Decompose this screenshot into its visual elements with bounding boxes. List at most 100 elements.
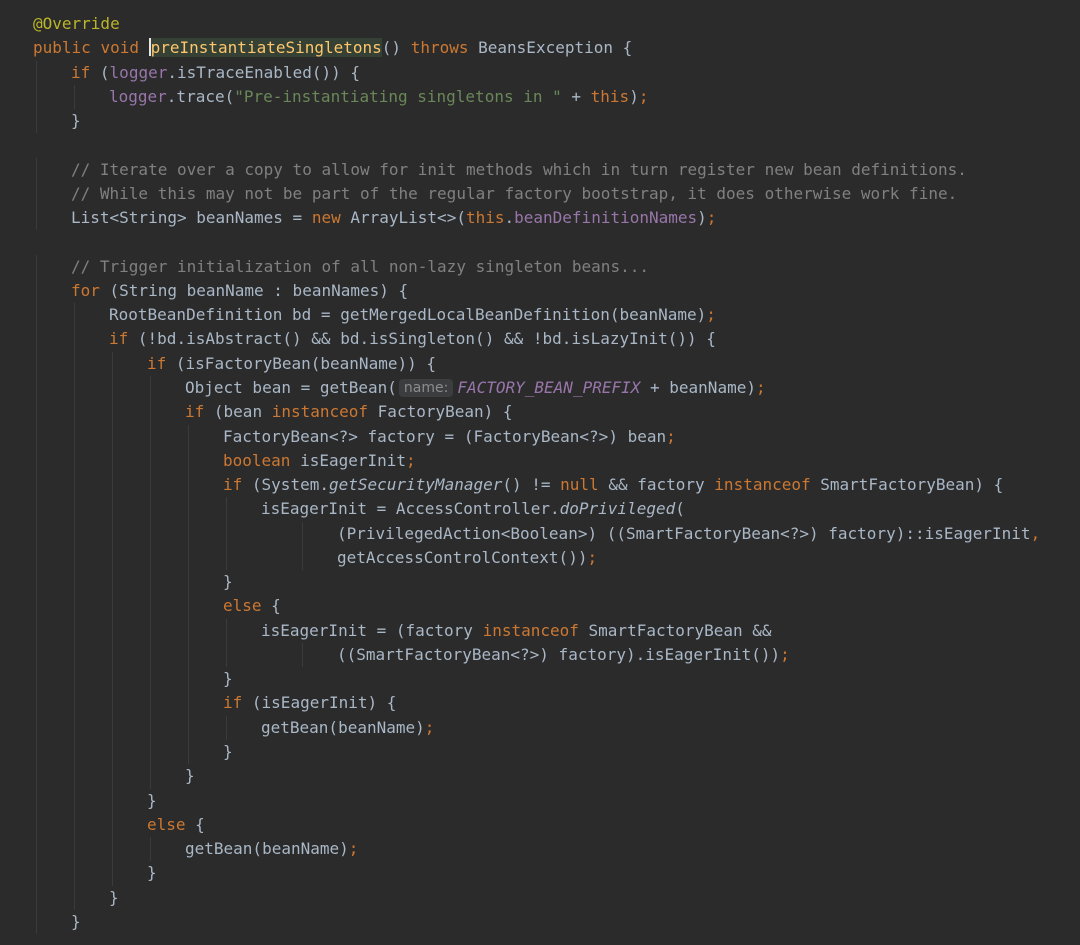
code-line[interactable]: getBean(beanName); [0, 837, 1080, 862]
code-line[interactable]: } [0, 788, 1080, 813]
code-line[interactable]: RootBeanDefinition bd = getMergedLocalBe… [0, 303, 1080, 328]
code-token: for [71, 280, 110, 300]
code-line[interactable]: } [0, 570, 1080, 595]
code-token: List<String> beanNames = [71, 208, 312, 228]
code-line[interactable]: else { [0, 594, 1080, 619]
indent-guide [150, 424, 151, 449]
indent-guide [112, 521, 113, 546]
code-token: new [311, 208, 351, 228]
code-line[interactable]: // Iterate over a copy to allow for init… [0, 157, 1080, 182]
code-token: ((SmartFactoryBean<?>) factory).isEagerI… [337, 644, 781, 664]
indent-guide [36, 327, 37, 352]
indent-guide [112, 691, 113, 716]
indent-guide [36, 206, 37, 231]
indent-guide [150, 642, 151, 668]
code-line[interactable]: } [0, 885, 1080, 910]
indent-guide [36, 739, 37, 765]
code-token: } [109, 887, 119, 907]
code-line[interactable]: else { [0, 812, 1080, 838]
indent-guide [74, 691, 75, 716]
indent-guide [112, 739, 113, 765]
code-line[interactable]: Object bean = getBean(name: FACTORY_BEAN_… [0, 375, 1080, 401]
indent-guide [36, 448, 37, 474]
code-token: if [223, 475, 252, 495]
indent-guide [36, 909, 37, 935]
code-line[interactable]: } [0, 667, 1080, 692]
indent-guide [188, 473, 189, 498]
code-token: . [504, 208, 515, 228]
code-line[interactable]: (PrivilegedAction<Boolean>) ((SmartFacto… [0, 521, 1080, 546]
code-token: void [100, 38, 149, 58]
indent-guide [74, 788, 75, 813]
code-token: } [223, 572, 233, 592]
indent-guide [36, 618, 37, 643]
code-token: { [271, 596, 281, 616]
code-token: ; [755, 377, 766, 397]
indent-guide [226, 642, 227, 668]
indent-guide [36, 254, 37, 279]
code-token: else [147, 814, 196, 834]
code-line[interactable] [0, 230, 1080, 254]
code-line[interactable]: } [0, 764, 1080, 789]
code-line[interactable]: if (!bd.isAbstract() && bd.isSingleton()… [0, 327, 1080, 352]
code-line[interactable]: isEagerInit = (factory instanceof SmartF… [0, 618, 1080, 643]
indent-guide [36, 375, 37, 401]
indent-guide [226, 545, 227, 571]
indent-guide [112, 788, 113, 813]
indent-guide [226, 715, 227, 740]
code-token: ; [638, 86, 649, 106]
code-area[interactable]: @Override public void preInstantiateSingl… [0, 12, 1080, 935]
indent-guide [36, 351, 37, 376]
code-line[interactable]: } [0, 739, 1080, 765]
code-token: SmartFactoryBean && [588, 620, 772, 640]
code-line[interactable]: getBean(beanName); [0, 715, 1080, 740]
code-line[interactable]: isEagerInit = AccessController.doPrivile… [0, 497, 1080, 522]
code-line[interactable]: // Trigger initialization of all non-laz… [0, 254, 1080, 279]
indent-guide [226, 618, 227, 643]
indent-guide [74, 861, 75, 886]
code-line[interactable]: if (isFactoryBean(beanName)) { [0, 351, 1080, 376]
code-token: () != [502, 475, 561, 495]
code-editor[interactable]: @Override public void preInstantiateSingl… [0, 0, 1080, 945]
code-line[interactable]: ((SmartFactoryBean<?>) factory).isEagerI… [0, 642, 1080, 668]
indent-guide [150, 764, 151, 789]
indent-guide [36, 400, 37, 425]
indent-guide [36, 109, 37, 134]
code-token: "Pre-instantiating singletons in " [234, 86, 562, 106]
code-token: this [590, 86, 630, 106]
indent-guide [112, 642, 113, 668]
indent-guide [36, 181, 37, 207]
code-line[interactable]: public void preInstantiateSingletons() t… [0, 36, 1080, 60]
code-line[interactable]: for (String beanName : beanNames) { [0, 278, 1080, 304]
code-line[interactable]: if (logger.isTraceEnabled()) { [0, 60, 1080, 85]
code-line[interactable]: FactoryBean<?> factory = (FactoryBean<?>… [0, 424, 1080, 449]
code-token: instanceof [714, 475, 821, 495]
code-line[interactable]: logger.trace("Pre-instantiating singleto… [0, 84, 1080, 110]
indent-guide [112, 448, 113, 474]
code-line[interactable]: boolean isEagerInit; [0, 448, 1080, 474]
code-token: getBean(beanName) [261, 717, 425, 737]
indent-guide [74, 885, 75, 910]
code-line[interactable]: } [0, 861, 1080, 886]
code-line[interactable]: // While this may not be part of the reg… [0, 181, 1080, 207]
code-token: FactoryBean<?> factory = (FactoryBean<?>… [223, 426, 667, 446]
code-line[interactable]: getAccessControlContext()); [0, 545, 1080, 571]
indent-guide [36, 521, 37, 546]
code-token: ; [706, 305, 716, 325]
code-line[interactable]: if (bean instanceof FactoryBean) { [0, 400, 1080, 425]
code-token: getBean(beanName) [185, 839, 349, 859]
code-line[interactable]: } [0, 109, 1080, 134]
code-line[interactable]: @Override [0, 12, 1080, 36]
indent-guide [36, 812, 37, 838]
indent-guide [74, 570, 75, 595]
code-token: null [560, 475, 609, 495]
code-token: ( [675, 499, 685, 519]
code-line[interactable] [0, 133, 1080, 157]
code-line[interactable]: } [0, 909, 1080, 935]
indent-guide [112, 594, 113, 619]
code-line[interactable]: List<String> beanNames = new ArrayList<>… [0, 206, 1080, 231]
indent-guide [188, 642, 189, 668]
code-line[interactable]: if (System.getSecurityManager() != null … [0, 473, 1080, 498]
code-line[interactable]: if (isEagerInit) { [0, 691, 1080, 716]
indent-guide [188, 521, 189, 546]
